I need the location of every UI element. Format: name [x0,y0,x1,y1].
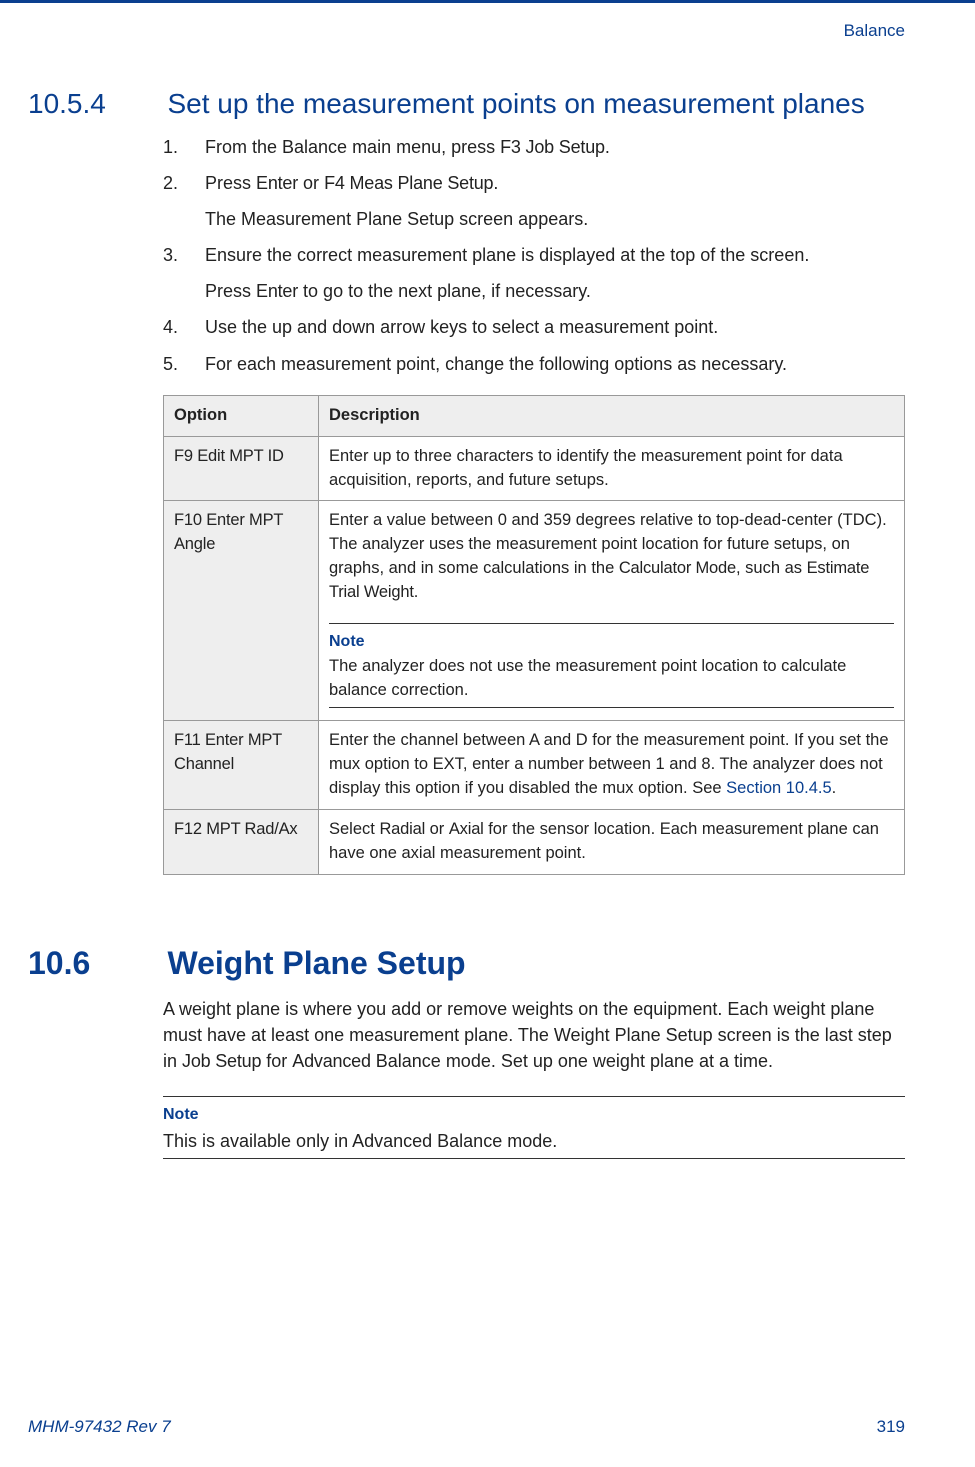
step-2: Press Enter or F4 Meas Plane Setup. The … [163,170,905,232]
option-name: F9 Edit MPT ID [164,436,319,501]
step-text: . [605,137,610,157]
note-rule [329,707,894,708]
note: Note The analyzer does not use the measu… [329,623,894,708]
step-text: For each measurement point, change the f… [205,354,787,374]
option-desc: Enter a value between 0 and 359 degrees … [319,501,905,721]
section-number: 10.6 [28,945,163,982]
step-text: to go to the next plane, if necessary. [298,281,591,301]
procedure-steps: From the Balance main menu, press F3 Job… [163,134,905,377]
note-label: Note [163,1103,905,1126]
desc-text: or [425,820,449,838]
paragraph: A weight plane is where you add or remov… [163,996,905,1074]
ui-key: Enter [256,281,298,301]
step-text: Use the up and down arrow keys to select… [205,317,718,337]
section-title: Weight Plane Setup [167,945,465,982]
option-desc: Enter the channel between A and D for th… [319,721,905,810]
section-heading-10-6: 10.6 Weight Plane Setup [28,945,905,982]
cross-reference-link[interactable]: Section 10.4.5 [726,779,832,797]
note-text: The analyzer does not use the measuremen… [329,655,894,703]
note: Note This is available only in Advanced … [163,1096,905,1159]
note-label: Note [329,630,894,653]
step-text: Ensure the correct measurement plane is … [205,245,809,265]
ui-key: F3 Job Setup [500,137,605,157]
footer-page-number: 319 [877,1417,905,1437]
step-text: or [298,173,324,193]
ui-term: Job Setup [182,1051,261,1071]
table-row: F9 Edit MPT ID Enter up to three charact… [164,436,905,501]
step-result: The Measurement Plane Setup screen appea… [205,206,905,232]
col-option: Option [164,395,319,436]
option-desc: Enter up to three characters to identify… [319,436,905,501]
step-1: From the Balance main menu, press F3 Job… [163,134,905,160]
col-description: Description [319,395,905,436]
table-row: F12 MPT Rad/Ax Select Radial or Axial fo… [164,809,905,874]
desc-text: , such as [736,559,807,577]
section-title: Set up the measurement points on measure… [167,88,864,120]
note-rule [163,1158,905,1159]
table-row: F11 Enter MPT Channel Enter the channel … [164,721,905,810]
section-number: 10.5.4 [28,88,163,120]
step-text: . [493,173,498,193]
footer-doc-id: MHM-97432 Rev 7 [28,1417,171,1437]
ui-key: F4 Meas Plane Setup [324,173,493,193]
option-desc: Select Radial or Axial for the sensor lo… [319,809,905,874]
header-chapter: Balance [844,21,905,41]
desc-text: Select [329,820,379,838]
note-rule [163,1096,905,1097]
para-text: for [261,1051,292,1071]
ui-key: Enter [256,173,298,193]
option-name: F12 MPT Rad/Ax [164,809,319,874]
ui-term: Calculator Mode [619,559,736,577]
section-heading-10-5-4: 10.5.4 Set up the measurement points on … [28,88,905,120]
note-text: This is available only in Advanced Balan… [163,1128,905,1154]
step-text: Press [205,281,256,301]
para-text: Balance mode. Set up one weight plane at… [371,1051,773,1071]
option-name: F10 Enter MPT Angle [164,501,319,721]
table-row: F10 Enter MPT Angle Enter a value betwee… [164,501,905,721]
ui-term: Advanced [292,1051,370,1071]
step-5: For each measurement point, change the f… [163,351,905,377]
ui-term: Radial [379,820,425,838]
step-3: Ensure the correct measurement plane is … [163,242,905,304]
desc-text: . [832,779,837,797]
step-text: Press [205,173,256,193]
note-rule [329,623,894,624]
step-sub: Press Enter to go to the next plane, if … [205,278,905,304]
desc-text: . [414,583,419,601]
ui-term: Axial [449,820,484,838]
step-4: Use the up and down arrow keys to select… [163,314,905,340]
options-table: Option Description F9 Edit MPT ID Enter … [163,395,905,875]
step-text: From the Balance main menu, press [205,137,500,157]
section-body: A weight plane is where you add or remov… [163,996,905,1160]
option-name: F11 Enter MPT Channel [164,721,319,810]
